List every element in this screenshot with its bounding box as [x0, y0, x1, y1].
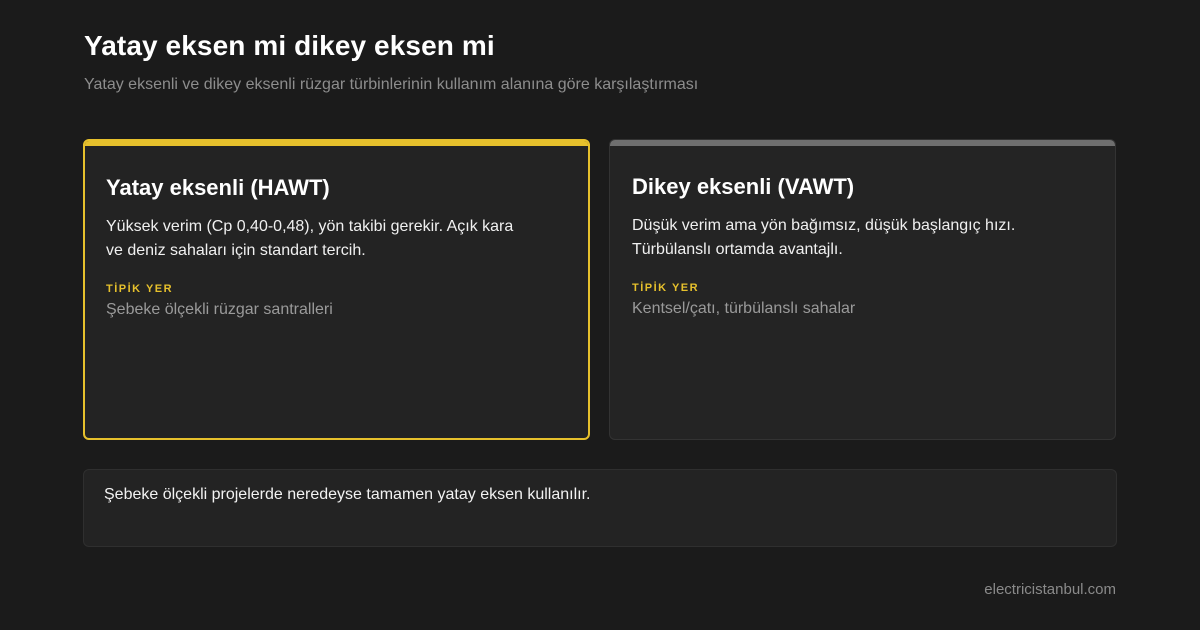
card-typical-place: Şebeke ölçekli rüzgar santralleri — [106, 301, 333, 318]
site-credit: electricistanbul.com — [984, 581, 1116, 598]
summary-note: Şebeke ölçekli projelerde neredeyse tama… — [83, 469, 1117, 547]
card-vawt: Dikey eksenli (VAWT) Düşük verim ama yön… — [609, 139, 1116, 440]
card-eyebrow-label: TİPİK YER — [106, 283, 174, 295]
summary-note-text: Şebeke ölçekli projelerde neredeyse tama… — [104, 486, 591, 503]
card-accent-bar — [85, 141, 588, 146]
card-typical-place: Kentsel/çatı, türbülanslı sahalar — [632, 300, 856, 317]
card-accent-bar — [610, 140, 1115, 146]
card-hawt: Yatay eksenli (HAWT) Yüksek verim (Cp 0,… — [83, 139, 590, 440]
page-subtitle: Yatay eksenli ve dikey eksenli rüzgar tü… — [84, 76, 699, 93]
card-title: Dikey eksenli (VAWT) — [632, 174, 855, 199]
page-title: Yatay eksen mi dikey eksen mi — [84, 30, 495, 61]
card-title: Yatay eksenli (HAWT) — [106, 175, 330, 200]
card-description: Düşük verim ama yön bağımsız, düşük başl… — [632, 217, 1016, 258]
card-eyebrow-label: TİPİK YER — [632, 282, 700, 294]
card-description: Yüksek verim (Cp 0,40-0,48), yön takibi … — [106, 218, 514, 259]
